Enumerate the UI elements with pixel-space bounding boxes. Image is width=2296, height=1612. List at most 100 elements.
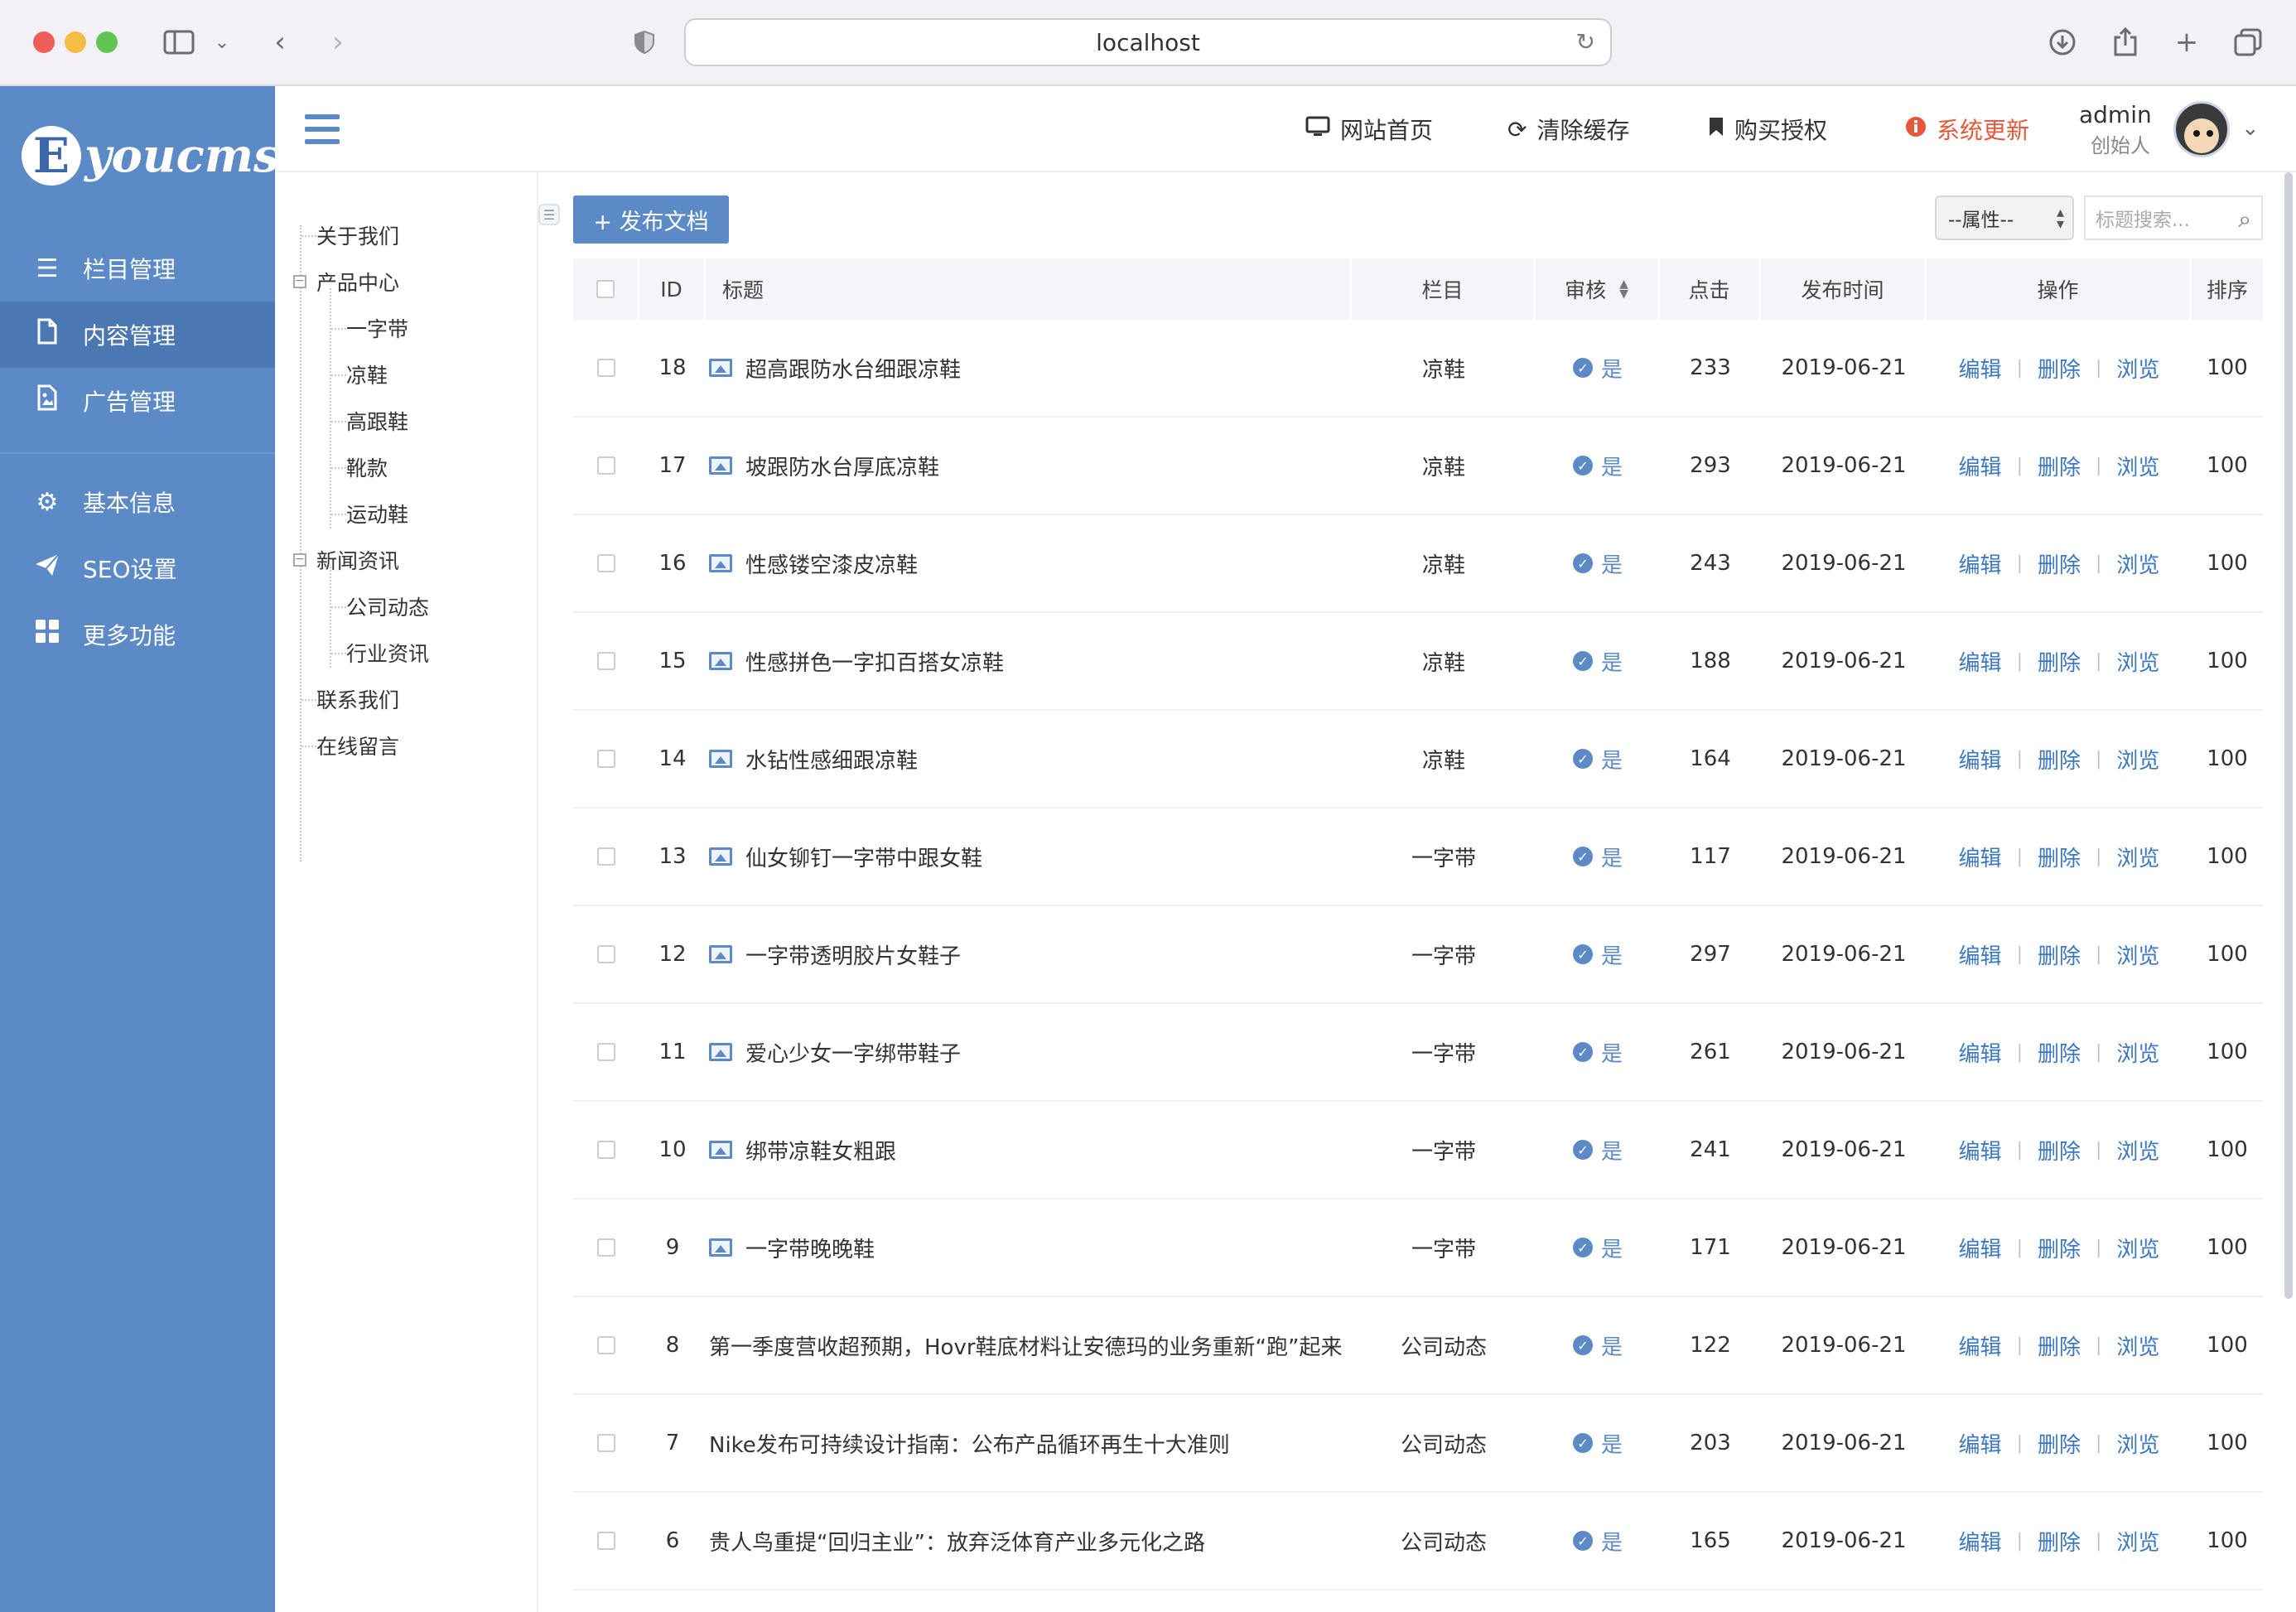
row-review-status[interactable]: ✓ 是 (1536, 711, 1660, 807)
close-window-button[interactable] (33, 31, 55, 53)
edit-link[interactable]: 编辑 (1959, 451, 2002, 481)
page-scrollbar[interactable] (2284, 172, 2293, 1299)
view-link[interactable]: 浏览 (2116, 1233, 2159, 1263)
row-checkbox[interactable] (597, 1238, 615, 1257)
row-sort[interactable]: 100 (2192, 808, 2263, 905)
row-title-cell[interactable]: 性感拼色一字扣百搭女凉鞋 (709, 613, 1352, 709)
tree-item-sandals[interactable]: 凉鞋 (346, 360, 388, 389)
tree-item-sneakers[interactable]: 运动鞋 (346, 499, 408, 528)
menu-toggle-icon[interactable] (305, 114, 340, 144)
view-link[interactable]: 浏览 (2116, 1428, 2159, 1459)
row-checkbox[interactable] (597, 652, 615, 670)
forward-icon[interactable]: › (321, 23, 355, 61)
delete-link[interactable]: 删除 (2038, 744, 2081, 775)
row-title-cell[interactable]: 仙女铆钉一字带中跟女鞋 (709, 808, 1352, 905)
delete-link[interactable]: 删除 (2038, 1330, 2081, 1361)
delete-link[interactable]: 删除 (2038, 1037, 2081, 1068)
buy-license-link[interactable]: 购买授权 (1708, 109, 1827, 149)
view-link[interactable]: 浏览 (2116, 1135, 2159, 1166)
edit-link[interactable]: 编辑 (1959, 1330, 2002, 1361)
tree-collapse-icon[interactable]: − (293, 275, 306, 288)
row-review-status[interactable]: ✓ 是 (1536, 1004, 1660, 1100)
sort-icon[interactable]: ▲ ▼ (1619, 278, 1628, 300)
view-link[interactable]: 浏览 (2116, 1330, 2159, 1361)
edit-link[interactable]: 编辑 (1959, 1526, 2002, 1556)
row-title-cell[interactable]: 超高跟防水台细跟凉鞋 (709, 320, 1352, 416)
row-review-status[interactable]: ✓ 是 (1536, 808, 1660, 905)
edit-link[interactable]: 编辑 (1959, 842, 2002, 872)
delete-link[interactable]: 删除 (2038, 842, 2081, 872)
shield-icon[interactable] (628, 23, 661, 61)
view-link[interactable]: 浏览 (2116, 548, 2159, 579)
back-icon[interactable]: ‹ (263, 23, 297, 61)
tree-collapse-icon[interactable]: − (293, 553, 306, 567)
edit-link[interactable]: 编辑 (1959, 939, 2002, 970)
view-link[interactable]: 浏览 (2116, 451, 2159, 481)
publish-document-button[interactable]: + 发布文档 (573, 195, 729, 244)
sidebar-item-more[interactable]: 更多功能 (0, 601, 275, 668)
delete-link[interactable]: 删除 (2038, 646, 2081, 677)
chevron-down-icon[interactable]: ⌄ (2241, 116, 2260, 141)
row-sort[interactable]: 100 (2192, 417, 2263, 514)
row-sort[interactable]: 100 (2192, 1297, 2263, 1393)
row-checkbox[interactable] (597, 750, 615, 768)
avatar[interactable] (2173, 101, 2230, 157)
delete-link[interactable]: 删除 (2038, 1428, 2081, 1459)
delete-link[interactable]: 删除 (2038, 1526, 2081, 1556)
delete-link[interactable]: 删除 (2038, 451, 2081, 481)
row-sort[interactable]: 100 (2192, 906, 2263, 1002)
row-title[interactable]: 贵人鸟重提“回归主业”：放弃泛体育产业多元化之路 (709, 1526, 1205, 1556)
view-link[interactable]: 浏览 (2116, 1526, 2159, 1556)
select-all-checkbox[interactable] (596, 280, 615, 298)
row-review-status[interactable]: ✓ 是 (1536, 320, 1660, 416)
row-review-status[interactable]: ✓ 是 (1536, 417, 1660, 514)
view-link[interactable]: 浏览 (2116, 1037, 2159, 1068)
edit-link[interactable]: 编辑 (1959, 353, 2002, 384)
row-review-status[interactable]: ✓ 是 (1536, 1297, 1660, 1393)
edit-link[interactable]: 编辑 (1959, 744, 2002, 775)
tree-item-about[interactable]: 关于我们 (316, 220, 399, 250)
row-checkbox[interactable] (597, 1434, 615, 1452)
delete-link[interactable]: 删除 (2038, 939, 2081, 970)
row-checkbox[interactable] (597, 847, 615, 866)
zoom-window-button[interactable] (96, 31, 118, 53)
delete-link[interactable]: 删除 (2038, 353, 2081, 384)
row-title-cell[interactable]: Nike发布可持续设计指南：公布产品循环再生十大准则 (709, 1395, 1352, 1491)
row-title[interactable]: 性感镂空漆皮凉鞋 (745, 548, 918, 579)
row-review-status[interactable]: ✓ 是 (1536, 613, 1660, 709)
row-sort[interactable]: 100 (2192, 613, 2263, 709)
row-title-cell[interactable]: 水钻性感细跟凉鞋 (709, 711, 1352, 807)
row-title-cell[interactable]: 性感镂空漆皮凉鞋 (709, 515, 1352, 611)
view-link[interactable]: 浏览 (2116, 353, 2159, 384)
sidebar-item-seo[interactable]: SEO设置 (0, 535, 275, 601)
new-tab-icon[interactable]: + (2170, 23, 2203, 61)
attribute-select[interactable]: --属性-- ▴ ▾ (1935, 195, 2074, 240)
tree-collapse-handle[interactable]: ☰ (538, 204, 560, 225)
view-link[interactable]: 浏览 (2116, 646, 2159, 677)
view-link[interactable]: 浏览 (2116, 842, 2159, 872)
row-sort[interactable]: 100 (2192, 1004, 2263, 1100)
user-name[interactable]: admin (2079, 101, 2152, 128)
row-title[interactable]: 仙女铆钉一字带中跟女鞋 (745, 842, 982, 872)
tree-item-news[interactable]: 新闻资讯 (316, 545, 399, 575)
site-home-link[interactable]: 网站首页 (1305, 109, 1433, 149)
delete-link[interactable]: 删除 (2038, 548, 2081, 579)
row-sort[interactable]: 100 (2192, 1199, 2263, 1296)
row-title[interactable]: Nike发布可持续设计指南：公布产品循环再生十大准则 (709, 1428, 1230, 1459)
sidebar-item-basic-info[interactable]: ⚙ 基本信息 (0, 469, 275, 535)
system-update-link[interactable]: 系统更新 (1905, 109, 2029, 149)
download-icon[interactable] (2046, 23, 2079, 61)
row-title[interactable]: 爱心少女一字绑带鞋子 (745, 1037, 961, 1068)
view-link[interactable]: 浏览 (2116, 939, 2159, 970)
clear-cache-link[interactable]: ⟳ 清除缓存 (1507, 109, 1629, 149)
reload-icon[interactable]: ↻ (1576, 28, 1595, 56)
tree-item-heels[interactable]: 高跟鞋 (346, 406, 408, 436)
eyoucms-logo[interactable]: E youcms (22, 123, 279, 189)
row-sort[interactable]: 100 (2192, 1395, 2263, 1491)
row-title-cell[interactable]: 坡跟防水台厚底凉鞋 (709, 417, 1352, 514)
sidebar-item-content[interactable]: 内容管理 (0, 302, 275, 368)
edit-link[interactable]: 编辑 (1959, 1233, 2002, 1263)
row-sort[interactable]: 100 (2192, 1493, 2263, 1589)
url-bar[interactable]: localhost ↻ (684, 18, 1612, 66)
row-title-cell[interactable]: 第一季度营收超预期，Hovr鞋底材料让安德玛的业务重新“跑”起来 (709, 1297, 1352, 1393)
